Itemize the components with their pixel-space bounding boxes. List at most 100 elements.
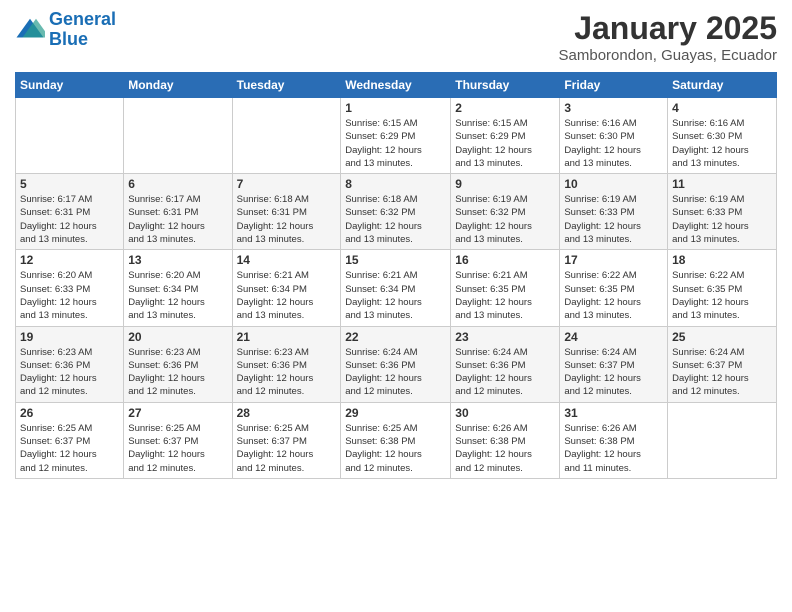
day-info: Sunrise: 6:23 AM Sunset: 6:36 PM Dayligh… — [237, 346, 337, 399]
day-number: 3 — [564, 101, 663, 115]
logo-icon — [15, 15, 45, 45]
day-info: Sunrise: 6:16 AM Sunset: 6:30 PM Dayligh… — [564, 117, 663, 170]
day-info: Sunrise: 6:15 AM Sunset: 6:29 PM Dayligh… — [345, 117, 446, 170]
calendar-cell: 26Sunrise: 6:25 AM Sunset: 6:37 PM Dayli… — [16, 402, 124, 478]
calendar-cell: 7 Sunrise: 6:18 AM Sunset: 6:31 PM Daylig… — [232, 174, 341, 250]
day-number: 27 — [128, 406, 227, 420]
day-number: 6 — [128, 177, 227, 191]
calendar-table: SundayMondayTuesdayWednesdayThursdayFrid… — [15, 72, 777, 479]
day-number: 29 — [345, 406, 446, 420]
day-info: Sunrise: 6:25 AM Sunset: 6:37 PM Dayligh… — [128, 422, 227, 475]
day-info: Sunrise: 6:24 AM Sunset: 6:37 PM Dayligh… — [564, 346, 663, 399]
day-number: 4 — [672, 101, 772, 115]
calendar-cell: 22 Sunrise: 6:24 AM Sunset: 6:36 PM Dayli… — [341, 326, 451, 402]
calendar-cell: 1 Sunrise: 6:15 AM Sunset: 6:29 PM Daylig… — [341, 98, 451, 174]
col-header-saturday: Saturday — [668, 73, 777, 98]
day-number: 17 — [564, 253, 663, 267]
day-number: 2 — [455, 101, 555, 115]
calendar-header-row: SundayMondayTuesdayWednesdayThursdayFrid… — [16, 73, 777, 98]
day-number: 11 — [672, 177, 772, 191]
day-info: Sunrise: 6:25 AM Sunset: 6:37 PM Dayligh… — [237, 422, 337, 475]
calendar-cell: 9Sunrise: 6:19 AM Sunset: 6:32 PM Daylig… — [451, 174, 560, 250]
logo-text: General Blue — [49, 10, 116, 50]
calendar-cell: 19 Sunrise: 6:23 AM Sunset: 6:36 PM Dayli… — [16, 326, 124, 402]
title-block: January 2025 Samborondon, Guayas, Ecuado… — [559, 10, 777, 64]
week-row-1: 5 Sunrise: 6:17 AM Sunset: 6:31 PM Daylig… — [16, 174, 777, 250]
col-header-thursday: Thursday — [451, 73, 560, 98]
calendar-cell: 23Sunrise: 6:24 AM Sunset: 6:36 PM Dayli… — [451, 326, 560, 402]
day-info: Sunrise: 6:19 AM Sunset: 6:32 PM Dayligh… — [455, 193, 555, 246]
day-number: 7 — [237, 177, 337, 191]
week-row-3: 19 Sunrise: 6:23 AM Sunset: 6:36 PM Dayli… — [16, 326, 777, 402]
week-row-0: 1 Sunrise: 6:15 AM Sunset: 6:29 PM Daylig… — [16, 98, 777, 174]
col-header-tuesday: Tuesday — [232, 73, 341, 98]
day-number: 28 — [237, 406, 337, 420]
calendar-cell: 17 Sunrise: 6:22 AM Sunset: 6:35 PM Dayli… — [560, 250, 668, 326]
calendar-cell: 27 Sunrise: 6:25 AM Sunset: 6:37 PM Dayli… — [124, 402, 232, 478]
day-number: 5 — [20, 177, 119, 191]
logo: General Blue — [15, 10, 116, 50]
day-info: Sunrise: 6:20 AM Sunset: 6:33 PM Dayligh… — [20, 269, 119, 322]
calendar-cell: 10 Sunrise: 6:19 AM Sunset: 6:33 PM Dayli… — [560, 174, 668, 250]
calendar-cell: 28 Sunrise: 6:25 AM Sunset: 6:37 PM Dayli… — [232, 402, 341, 478]
day-number: 24 — [564, 330, 663, 344]
subtitle: Samborondon, Guayas, Ecuador — [559, 47, 777, 64]
day-info: Sunrise: 6:22 AM Sunset: 6:35 PM Dayligh… — [672, 269, 772, 322]
col-header-wednesday: Wednesday — [341, 73, 451, 98]
calendar-cell: 18 Sunrise: 6:22 AM Sunset: 6:35 PM Dayli… — [668, 250, 777, 326]
day-number: 19 — [20, 330, 119, 344]
month-title: January 2025 — [559, 10, 777, 47]
calendar-cell: 12 Sunrise: 6:20 AM Sunset: 6:33 PM Dayli… — [16, 250, 124, 326]
calendar-cell: 21Sunrise: 6:23 AM Sunset: 6:36 PM Dayli… — [232, 326, 341, 402]
calendar-cell: 24 Sunrise: 6:24 AM Sunset: 6:37 PM Dayli… — [560, 326, 668, 402]
day-info: Sunrise: 6:17 AM Sunset: 6:31 PM Dayligh… — [20, 193, 119, 246]
calendar-cell: 25Sunrise: 6:24 AM Sunset: 6:37 PM Dayli… — [668, 326, 777, 402]
calendar-cell: 13 Sunrise: 6:20 AM Sunset: 6:34 PM Dayli… — [124, 250, 232, 326]
calendar-cell: 4 Sunrise: 6:16 AM Sunset: 6:30 PM Daylig… — [668, 98, 777, 174]
day-number: 18 — [672, 253, 772, 267]
col-header-sunday: Sunday — [16, 73, 124, 98]
calendar-cell: 3 Sunrise: 6:16 AM Sunset: 6:30 PM Daylig… — [560, 98, 668, 174]
col-header-monday: Monday — [124, 73, 232, 98]
day-number: 10 — [564, 177, 663, 191]
day-info: Sunrise: 6:22 AM Sunset: 6:35 PM Dayligh… — [564, 269, 663, 322]
day-number: 1 — [345, 101, 446, 115]
calendar-cell: 2Sunrise: 6:15 AM Sunset: 6:29 PM Daylig… — [451, 98, 560, 174]
week-row-2: 12 Sunrise: 6:20 AM Sunset: 6:33 PM Dayli… — [16, 250, 777, 326]
day-info: Sunrise: 6:16 AM Sunset: 6:30 PM Dayligh… — [672, 117, 772, 170]
calendar-cell: 30Sunrise: 6:26 AM Sunset: 6:38 PM Dayli… — [451, 402, 560, 478]
day-info: Sunrise: 6:21 AM Sunset: 6:34 PM Dayligh… — [345, 269, 446, 322]
calendar-cell — [668, 402, 777, 478]
day-info: Sunrise: 6:19 AM Sunset: 6:33 PM Dayligh… — [672, 193, 772, 246]
logo-line1: General — [49, 9, 116, 29]
calendar-cell: 5 Sunrise: 6:17 AM Sunset: 6:31 PM Daylig… — [16, 174, 124, 250]
day-info: Sunrise: 6:23 AM Sunset: 6:36 PM Dayligh… — [20, 346, 119, 399]
calendar-cell: 29Sunrise: 6:25 AM Sunset: 6:38 PM Dayli… — [341, 402, 451, 478]
week-row-4: 26 Sunrise: 6:25 AM Sunset: 6:37 PM Dayli… — [16, 402, 777, 478]
page: General Blue January 2025 Samborondon, G… — [0, 0, 792, 612]
day-info: Sunrise: 6:19 AM Sunset: 6:33 PM Dayligh… — [564, 193, 663, 246]
day-number: 16 — [455, 253, 555, 267]
day-number: 22 — [345, 330, 446, 344]
day-number: 15 — [345, 253, 446, 267]
calendar-cell: 15 Sunrise: 6:21 AM Sunset: 6:34 PM Dayli… — [341, 250, 451, 326]
day-info: Sunrise: 6:26 AM Sunset: 6:38 PM Dayligh… — [455, 422, 555, 475]
day-info: Sunrise: 6:17 AM Sunset: 6:31 PM Dayligh… — [128, 193, 227, 246]
day-number: 20 — [128, 330, 227, 344]
day-number: 13 — [128, 253, 227, 267]
day-number: 23 — [455, 330, 555, 344]
calendar-cell: 8Sunrise: 6:18 AM Sunset: 6:32 PM Daylig… — [341, 174, 451, 250]
calendar-cell: 11 Sunrise: 6:19 AM Sunset: 6:33 PM Dayli… — [668, 174, 777, 250]
day-info: Sunrise: 6:20 AM Sunset: 6:34 PM Dayligh… — [128, 269, 227, 322]
day-number: 12 — [20, 253, 119, 267]
calendar-cell — [124, 98, 232, 174]
day-info: Sunrise: 6:18 AM Sunset: 6:31 PM Dayligh… — [237, 193, 337, 246]
calendar-cell — [16, 98, 124, 174]
calendar-cell: 31Sunrise: 6:26 AM Sunset: 6:38 PM Dayli… — [560, 402, 668, 478]
day-info: Sunrise: 6:24 AM Sunset: 6:36 PM Dayligh… — [345, 346, 446, 399]
day-number: 26 — [20, 406, 119, 420]
day-info: Sunrise: 6:26 AM Sunset: 6:38 PM Dayligh… — [564, 422, 663, 475]
day-info: Sunrise: 6:21 AM Sunset: 6:35 PM Dayligh… — [455, 269, 555, 322]
calendar-cell: 6 Sunrise: 6:17 AM Sunset: 6:31 PM Daylig… — [124, 174, 232, 250]
day-number: 25 — [672, 330, 772, 344]
